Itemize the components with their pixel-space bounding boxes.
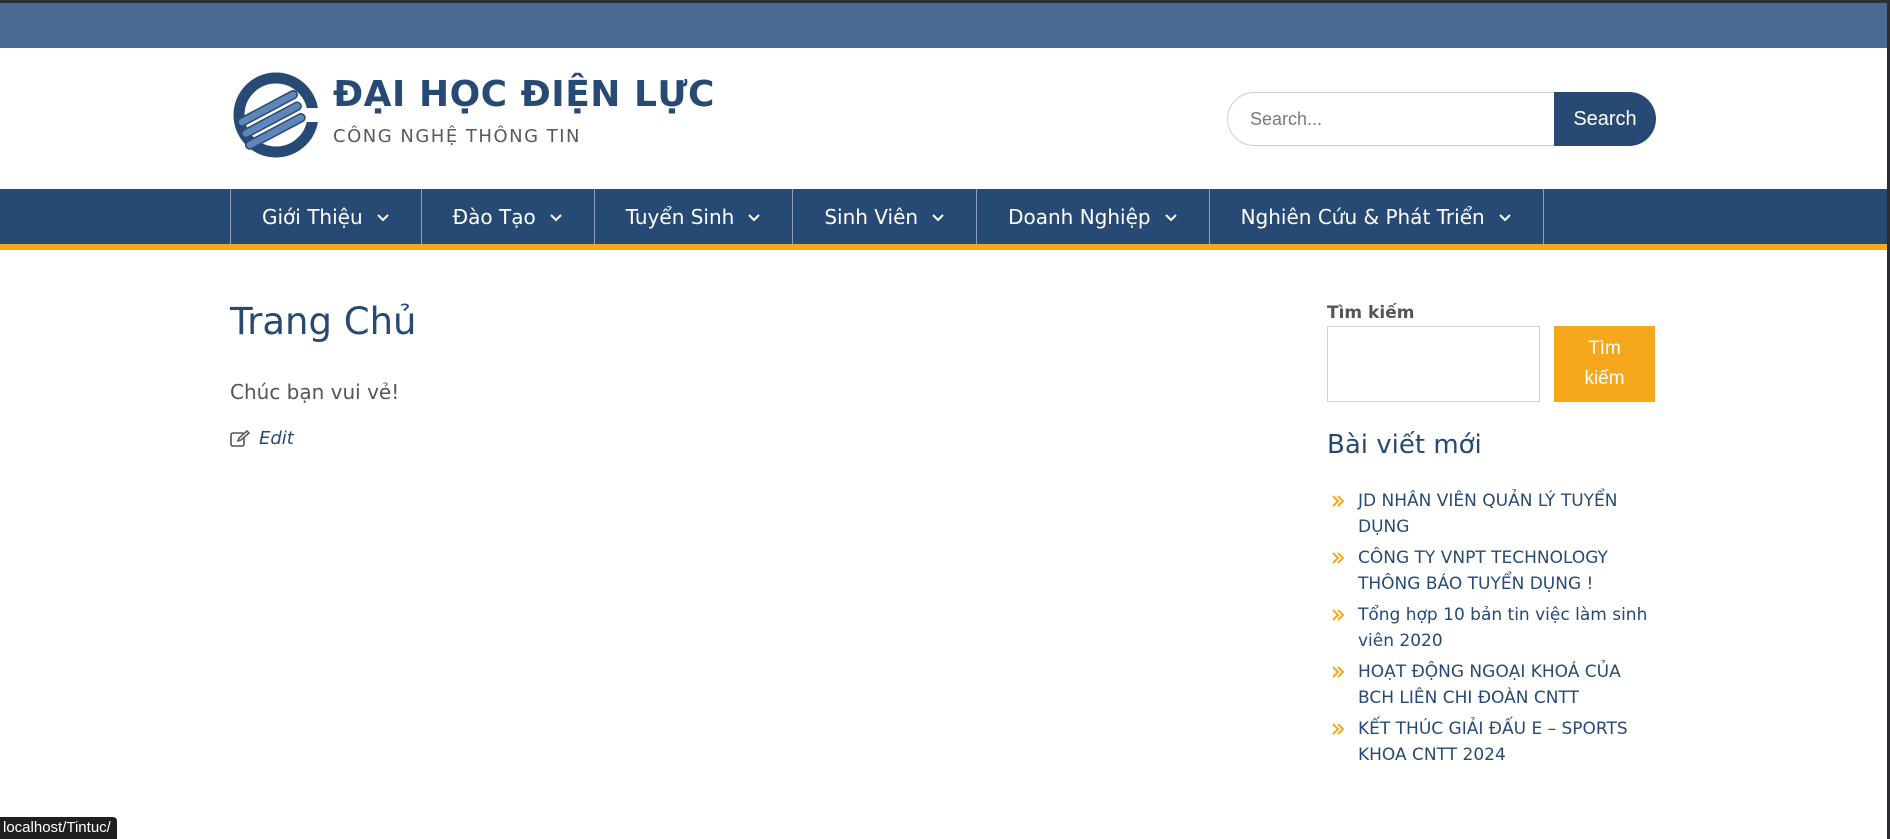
- nav-item-gioi-thieu[interactable]: Giới Thiệu: [231, 189, 422, 244]
- status-bar-url: localhost/Tintuc/: [0, 817, 117, 839]
- main-nav: Giới Thiệu Đào Tạo Tuyển Sinh Sinh Viên …: [0, 189, 1890, 244]
- nav-item-label: Doanh Nghiệp: [1008, 204, 1151, 229]
- recent-post-link[interactable]: CÔNG TY VNPT TECHNOLOGY THÔNG BÁO TUYỂN …: [1327, 545, 1659, 597]
- sidebar-search-label: Tìm kiếm: [1327, 303, 1415, 323]
- nav-item-label: Đào Tạo: [452, 204, 536, 229]
- recent-post-link[interactable]: KẾT THÚC GIẢI ĐẤU E – SPORTS KHOA CNTT 2…: [1327, 716, 1659, 768]
- double-chevron-right-icon: [1332, 495, 1345, 507]
- chevron-down-icon: [549, 213, 562, 221]
- edit-link-label: Edit: [259, 428, 294, 449]
- nav-item-tuyen-sinh[interactable]: Tuyển Sinh: [595, 189, 794, 244]
- double-chevron-right-icon: [1332, 723, 1345, 735]
- nav-item-dao-tao[interactable]: Đào Tạo: [422, 189, 595, 244]
- double-chevron-right-icon: [1332, 609, 1345, 621]
- recent-posts-heading: Bài viết mới: [1327, 430, 1482, 460]
- nav-item-sinh-vien[interactable]: Sinh Viên: [793, 189, 978, 244]
- edit-link[interactable]: Edit: [230, 428, 294, 449]
- page-title: Trang Chủ: [230, 300, 417, 343]
- recent-post-link[interactable]: Tổng hợp 10 bản tin việc làm sinh viên 2…: [1327, 602, 1659, 654]
- recent-post-title: Tổng hợp 10 bản tin việc làm sinh viên 2…: [1358, 605, 1648, 651]
- chevron-down-icon: [1498, 213, 1511, 221]
- recent-post-link[interactable]: HOẠT ĐỘNG NGOẠI KHOÁ CỦA BCH LIÊN CHI ĐO…: [1327, 659, 1659, 711]
- recent-post-title: KẾT THÚC GIẢI ĐẤU E – SPORTS KHOA CNTT 2…: [1358, 719, 1628, 765]
- header-search: Search: [1227, 92, 1656, 146]
- site-tagline: CÔNG NGHỆ THÔNG TIN: [333, 126, 582, 147]
- sidebar-search-input[interactable]: [1327, 326, 1540, 402]
- chevron-down-icon: [1164, 213, 1177, 221]
- site-header: ĐẠI HỌC ĐIỆN LỰC CÔNG NGHỆ THÔNG TIN Sea…: [0, 48, 1890, 189]
- recent-post-title: JD NHÂN VIÊN QUẢN LÝ TUYỂN DỤNG: [1358, 491, 1618, 537]
- double-chevron-right-icon: [1332, 666, 1345, 678]
- header-search-input[interactable]: [1227, 92, 1554, 146]
- recent-posts-list: JD NHÂN VIÊN QUẢN LÝ TUYỂN DỤNG CÔNG TY …: [1327, 488, 1659, 773]
- recent-post-title: HOẠT ĐỘNG NGOẠI KHOÁ CỦA BCH LIÊN CHI ĐO…: [1358, 662, 1621, 708]
- site-title[interactable]: ĐẠI HỌC ĐIỆN LỰC: [333, 74, 715, 115]
- main-nav-items: Giới Thiệu Đào Tạo Tuyển Sinh Sinh Viên …: [230, 189, 1544, 244]
- nav-item-label: Sinh Viên: [824, 204, 919, 229]
- university-logo-icon[interactable]: [230, 72, 320, 158]
- sidebar-search-button[interactable]: Tìm kiếm: [1554, 326, 1655, 402]
- page-content: Chúc bạn vui vẻ!: [230, 380, 400, 404]
- nav-item-label: Giới Thiệu: [262, 204, 363, 229]
- top-bar: [0, 0, 1890, 48]
- nav-accent-line: [0, 244, 1890, 250]
- chevron-down-icon: [748, 213, 761, 221]
- recent-post-title: CÔNG TY VNPT TECHNOLOGY THÔNG BÁO TUYỂN …: [1358, 548, 1608, 594]
- nav-item-label: Nghiên Cứu & Phát Triển: [1240, 204, 1485, 229]
- header-search-button[interactable]: Search: [1554, 92, 1656, 146]
- edit-icon: [230, 429, 250, 447]
- nav-item-doanh-nghiep[interactable]: Doanh Nghiệp: [977, 189, 1210, 244]
- recent-post-link[interactable]: JD NHÂN VIÊN QUẢN LÝ TUYỂN DỤNG: [1327, 488, 1659, 540]
- chevron-down-icon: [932, 213, 944, 221]
- chevron-down-icon: [376, 213, 389, 221]
- nav-item-label: Tuyển Sinh: [625, 204, 735, 229]
- nav-item-nghien-cuu[interactable]: Nghiên Cứu & Phát Triển: [1210, 189, 1544, 244]
- double-chevron-right-icon: [1332, 552, 1345, 564]
